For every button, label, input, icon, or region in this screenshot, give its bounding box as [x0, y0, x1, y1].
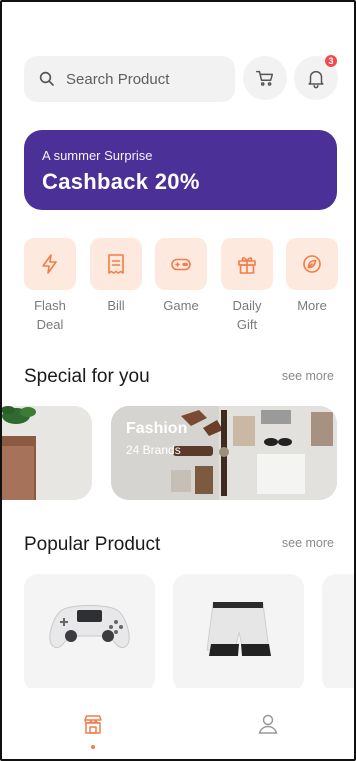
bell-icon	[308, 70, 324, 89]
category-label: Flash Deal	[34, 298, 66, 332]
special-card[interactable]	[2, 406, 92, 500]
category-tile[interactable]	[24, 238, 76, 290]
nav-profile[interactable]	[256, 712, 280, 736]
popular-see-more-link[interactable]: see more	[282, 536, 334, 550]
category-row: Flash Deal Bill Game Daily Gift More	[24, 238, 338, 338]
category-more[interactable]: More	[286, 238, 338, 315]
banner-subtitle: A summer Surprise	[42, 148, 153, 163]
category-tile[interactable]	[155, 238, 207, 290]
cart-button[interactable]	[243, 56, 287, 100]
category-game[interactable]: Game	[155, 238, 207, 315]
user-icon	[258, 714, 278, 734]
category-flash-deal[interactable]: Flash Deal	[24, 238, 76, 334]
app-screen: 3 A summer Surprise Cashback 20% Flash D…	[0, 0, 356, 761]
fashion-card-title: Fashion	[126, 420, 188, 437]
lightning-icon	[42, 254, 57, 274]
gift-icon	[238, 257, 256, 274]
gamepad-controller-image	[49, 605, 130, 648]
category-daily-gift[interactable]: Daily Gift	[221, 238, 273, 334]
special-see-more-link[interactable]: see more	[282, 369, 334, 383]
category-bill[interactable]: Bill	[90, 238, 142, 315]
fashion-card-brands: 24 Brands	[126, 443, 181, 457]
popular-section-title: Popular Product	[24, 534, 161, 555]
category-label: Bill	[107, 298, 125, 313]
bottom-navigation	[2, 688, 354, 759]
gamepad-icon	[171, 258, 191, 271]
category-tile[interactable]	[286, 238, 338, 290]
fashion-card-text: Fashion 24 Brands	[126, 420, 187, 457]
category-tile[interactable]	[221, 238, 273, 290]
cashback-banner[interactable]: A summer Surprise Cashback 20%	[24, 130, 337, 210]
banner-title: Cashback 20%	[42, 169, 200, 194]
category-label: Game	[163, 298, 199, 313]
search-input[interactable]	[66, 70, 216, 88]
more-icon	[303, 255, 321, 273]
search-bar[interactable]	[24, 56, 235, 102]
category-label: More	[297, 298, 327, 313]
nav-shop[interactable]	[81, 712, 105, 736]
search-icon	[39, 71, 54, 86]
product-card[interactable]	[173, 574, 304, 692]
shop-icon	[84, 715, 102, 734]
category-label: Daily Gift	[232, 298, 262, 332]
plant-image	[2, 406, 92, 500]
notification-badge: 3	[324, 54, 338, 68]
bill-icon	[108, 254, 124, 274]
shorts-image	[206, 602, 271, 656]
cart-icon	[256, 70, 274, 86]
product-card[interactable]	[322, 574, 354, 692]
special-section-title: Special for you	[24, 366, 150, 387]
category-tile[interactable]	[90, 238, 142, 290]
special-card-fashion[interactable]: Fashion 24 Brands	[111, 406, 337, 500]
product-card[interactable]	[24, 574, 155, 692]
notification-button[interactable]: 3	[294, 54, 338, 100]
nav-active-indicator	[91, 745, 95, 749]
